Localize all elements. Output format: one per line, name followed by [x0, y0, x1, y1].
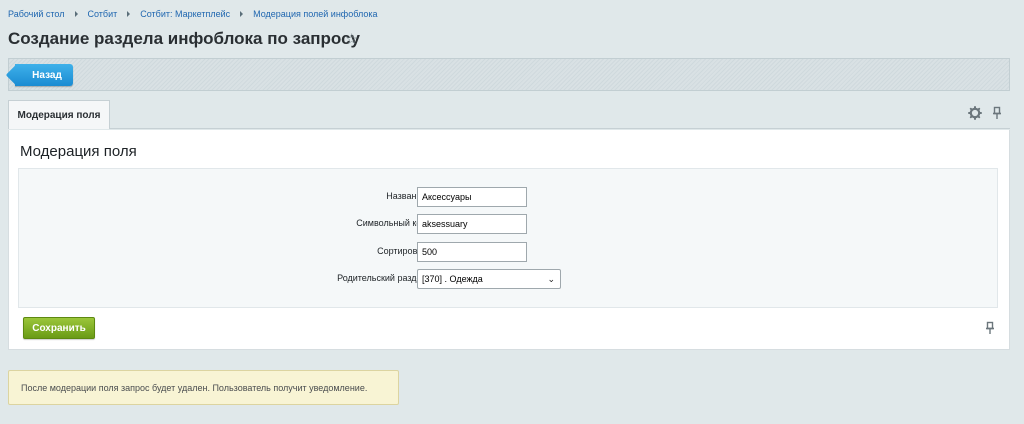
breadcrumb-item-sotbit[interactable]: Сотбит: [88, 9, 118, 19]
parent-section-select[interactable]: [370] . Одежда ⌄: [417, 269, 561, 289]
parent-label: Родительский раздел:: [337, 273, 429, 283]
name-field[interactable]: [417, 187, 527, 207]
breadcrumb-separator-icon: [74, 11, 78, 17]
form-row-name: Название:: [19, 187, 999, 207]
toolbar: Назад: [8, 58, 1010, 91]
form-row-sort: Сортировка:: [19, 242, 999, 262]
back-button-label: Назад: [32, 69, 62, 81]
pin-icon[interactable]: [990, 106, 1004, 120]
chevron-down-icon: ⌄: [547, 274, 555, 284]
breadcrumb-separator-icon: [240, 11, 244, 17]
form-row-parent: Родительский раздел: [370] . Одежда ⌄: [19, 269, 999, 289]
form-row-code: Символьный код:: [19, 214, 999, 234]
parent-section-value: [370] . Одежда: [422, 274, 483, 284]
info-notice: После модерации поля запрос будет удален…: [8, 370, 399, 405]
sort-field[interactable]: [417, 242, 527, 262]
pin-icon[interactable]: [983, 321, 997, 335]
breadcrumb-item-marketplace[interactable]: Сотбит: Маркетплейс: [140, 9, 230, 19]
section-title: Модерация поля: [20, 143, 137, 160]
breadcrumb-item-moderation[interactable]: Модерация полей инфоблока: [253, 9, 377, 19]
save-button[interactable]: Сохранить: [23, 317, 95, 339]
breadcrumb-item-desktop[interactable]: Рабочий стол: [8, 9, 65, 19]
back-button[interactable]: Назад: [15, 64, 73, 86]
tabs-bar: Модерация поля: [8, 100, 1010, 129]
notice-text: После модерации поля запрос будет удален…: [21, 382, 368, 393]
code-field[interactable]: [417, 214, 527, 234]
tab-field-moderation[interactable]: Модерация поля: [8, 100, 110, 129]
breadcrumb: Рабочий стол Сотбит Сотбит: Маркетплейс …: [8, 9, 377, 19]
page-title: Создание раздела инфоблока по запросу: [8, 29, 361, 48]
breadcrumb-separator-icon: [127, 11, 131, 17]
form-fields-box: Название: Символьный код: Сортировка: Ро…: [18, 168, 998, 308]
favorite-star-icon[interactable]: ☆: [345, 30, 358, 48]
gear-icon[interactable]: [968, 106, 982, 120]
form-panel: Модерация поля Название: Символьный код:…: [8, 130, 1010, 350]
